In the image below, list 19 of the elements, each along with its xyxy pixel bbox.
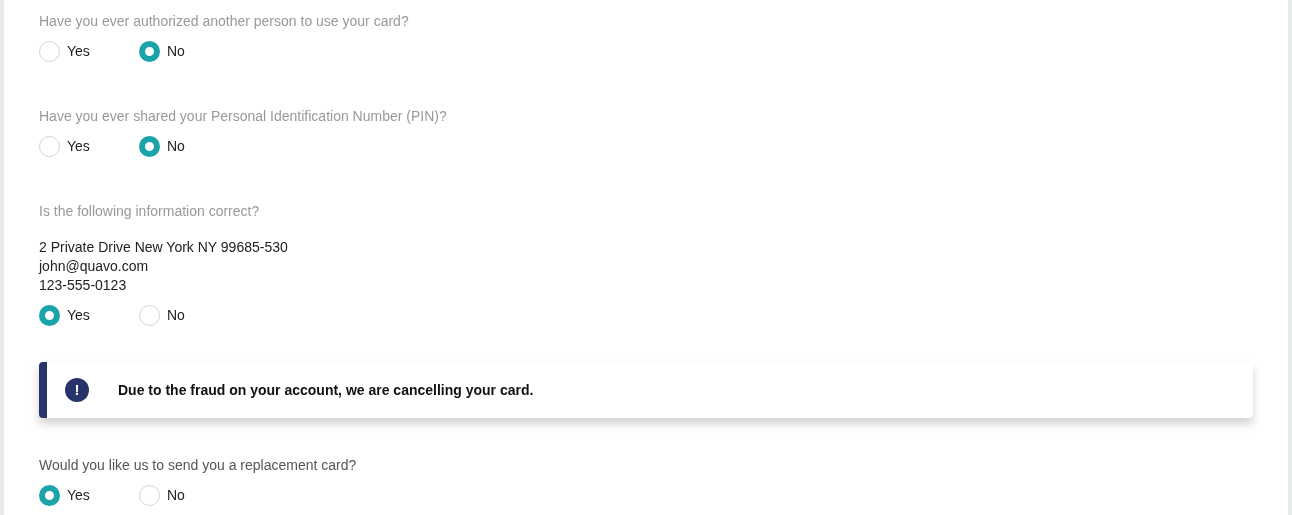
radio-label: No bbox=[167, 41, 185, 61]
question-label: Have you ever shared your Personal Identification Number (PIN)? bbox=[39, 107, 448, 126]
radio-label: Yes bbox=[67, 305, 90, 325]
alert-icon: ! bbox=[65, 378, 89, 402]
alert-message: Due to the fraud on your account, we are cancelling your card. bbox=[118, 380, 534, 400]
radio-label: Yes bbox=[67, 485, 90, 505]
radio-label: Yes bbox=[67, 41, 90, 61]
radio-button[interactable] bbox=[39, 484, 60, 506]
info-line: john@quavo.com bbox=[39, 257, 150, 276]
radio-label: No bbox=[167, 136, 185, 156]
radio-label: Yes bbox=[67, 136, 90, 156]
info-line: 2 Private Drive New York NY 99685-530 bbox=[39, 238, 289, 257]
question-label: Is the following information correct? bbox=[39, 202, 261, 221]
question-label: Would you like us to send you a replacement card? bbox=[39, 456, 358, 475]
radio-label: No bbox=[167, 485, 185, 505]
question-label: Have you ever authorized another person to use your card? bbox=[39, 12, 410, 31]
info-line: 123-555-0123 bbox=[39, 276, 128, 295]
radio-label: No bbox=[167, 305, 185, 325]
radio-button[interactable] bbox=[139, 484, 160, 506]
